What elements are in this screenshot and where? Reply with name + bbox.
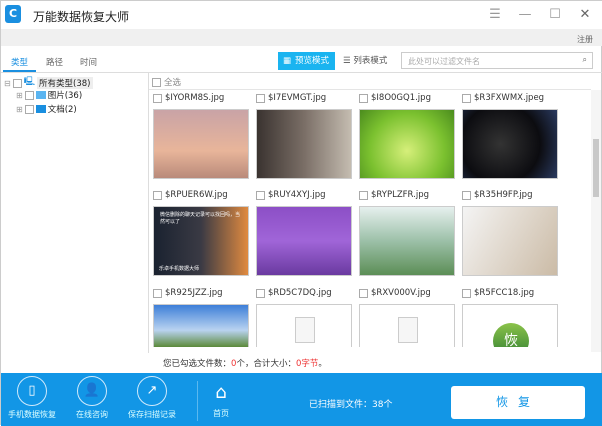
file-name: $RYPLZFR.jpg bbox=[371, 190, 429, 200]
file-name: $R35H9FP.jpg bbox=[474, 190, 533, 200]
file-name: $I7EVMGT.jpg bbox=[268, 93, 327, 103]
file-thumbnail[interactable]: 恢 bbox=[462, 304, 558, 347]
file-thumbnail[interactable] bbox=[359, 109, 455, 179]
file-name-row: $R35H9FP.jpg bbox=[462, 189, 558, 201]
file-item[interactable]: $RXV000V.jpg bbox=[359, 287, 455, 299]
file-item[interactable]: $R35H9FP.jpg bbox=[462, 189, 558, 201]
file-checkbox[interactable] bbox=[153, 288, 162, 298]
file-thumbnail[interactable] bbox=[462, 109, 558, 179]
file-name: $I8O0GQ1.jpg bbox=[371, 93, 431, 103]
file-item[interactable]: $RUY4XYJ.jpg bbox=[256, 189, 352, 201]
file-item[interactable]: $R925JZZ.jpg bbox=[153, 287, 249, 299]
consult-label: 在线咨询 bbox=[76, 410, 108, 419]
scrollbar-thumb[interactable] bbox=[593, 139, 599, 197]
file-checkbox[interactable] bbox=[256, 288, 265, 298]
file-thumbnail[interactable] bbox=[256, 304, 352, 347]
file-checkbox[interactable] bbox=[462, 93, 471, 103]
file-thumbnail[interactable] bbox=[359, 304, 455, 347]
file-name: $R5FCC18.jpg bbox=[474, 288, 535, 298]
file-name: $RD5C7DQ.jpg bbox=[268, 288, 332, 298]
status-mid: 个，合计大小： bbox=[236, 359, 296, 369]
file-name-row: $I8O0GQ1.jpg bbox=[359, 92, 455, 104]
online-consult-button[interactable]: 👤 在线咨询 bbox=[61, 376, 123, 420]
file-checkbox[interactable] bbox=[256, 190, 265, 200]
file-thumbnail[interactable] bbox=[256, 206, 352, 276]
phone-recovery-button[interactable]: ▯ 手机数据恢复 bbox=[1, 376, 63, 420]
file-item[interactable]: $RYPLZFR.jpg bbox=[359, 189, 455, 201]
file-thumbnail[interactable]: 微信删除的聊天记录可以找回吗，当然可以了乐卓手机数据大师 bbox=[153, 206, 249, 276]
thumb-caption: 微信删除的聊天记录可以找回吗，当然可以了 bbox=[160, 212, 241, 225]
file-checkbox[interactable] bbox=[153, 93, 162, 103]
selected-size: 0字节 bbox=[295, 359, 319, 369]
file-name-row: $R3FXWMX.jpeg bbox=[462, 92, 558, 104]
save-scan-record-button[interactable]: ↗ 保存扫描记录 bbox=[121, 376, 183, 420]
home-label: 首页 bbox=[213, 409, 229, 418]
file-name-row: $R925JZZ.jpg bbox=[153, 287, 249, 299]
file-item[interactable]: $R3FXWMX.jpeg bbox=[462, 92, 558, 104]
file-checkbox[interactable] bbox=[462, 288, 471, 298]
file-thumbnail[interactable] bbox=[256, 109, 352, 179]
phone-recovery-label: 手机数据恢复 bbox=[8, 410, 56, 419]
file-item[interactable]: $IYORM8S.jpg bbox=[153, 92, 249, 104]
file-checkbox[interactable] bbox=[462, 190, 471, 200]
scrollbar[interactable] bbox=[591, 90, 601, 352]
file-name: $R3FXWMX.jpeg bbox=[474, 93, 545, 103]
export-icon: ↗ bbox=[137, 376, 167, 406]
file-name-row: $RD5C7DQ.jpg bbox=[256, 287, 352, 299]
save-label: 保存扫描记录 bbox=[128, 410, 176, 419]
file-item[interactable]: $I8O0GQ1.jpg bbox=[359, 92, 455, 104]
document-icon bbox=[295, 317, 315, 343]
file-name: $RXV000V.jpg bbox=[371, 288, 431, 298]
file-thumbnail[interactable] bbox=[359, 206, 455, 276]
file-name-row: $RXV000V.jpg bbox=[359, 287, 455, 299]
file-thumbnail[interactable] bbox=[462, 206, 558, 276]
file-name-row: $RUY4XYJ.jpg bbox=[256, 189, 352, 201]
file-checkbox[interactable] bbox=[359, 288, 368, 298]
home-button[interactable]: ⌂ 首页 bbox=[191, 376, 251, 419]
status-prefix: 您已勾选文件数： bbox=[163, 359, 232, 369]
file-item[interactable]: $R5FCC18.jpg bbox=[462, 287, 558, 299]
file-name-row: $R5FCC18.jpg bbox=[462, 287, 558, 299]
file-name: $R925JZZ.jpg bbox=[165, 288, 223, 298]
file-name-row: $RPUER6W.jpg bbox=[153, 189, 249, 201]
recover-button[interactable]: 恢复 bbox=[451, 386, 585, 419]
file-name-row: $RYPLZFR.jpg bbox=[359, 189, 455, 201]
phone-icon: ▯ bbox=[17, 376, 47, 406]
selection-status: 您已勾选文件数：0个，合计大小：0字节。 bbox=[163, 357, 327, 369]
document-icon bbox=[398, 317, 418, 343]
file-item[interactable]: $RPUER6W.jpg bbox=[153, 189, 249, 201]
status-suffix: 。 bbox=[318, 359, 327, 369]
file-checkbox[interactable] bbox=[256, 93, 265, 103]
file-name: $IYORM8S.jpg bbox=[165, 93, 225, 103]
recovery-logo-icon: 恢 bbox=[493, 323, 529, 347]
file-name-row: $IYORM8S.jpg bbox=[153, 92, 249, 104]
user-icon: 👤 bbox=[77, 376, 107, 406]
file-item[interactable]: $I7EVMGT.jpg bbox=[256, 92, 352, 104]
file-checkbox[interactable] bbox=[359, 190, 368, 200]
scanned-count: 已扫描到文件：38个 bbox=[309, 400, 393, 410]
thumb-caption: 乐卓手机数据大师 bbox=[159, 266, 200, 272]
file-checkbox[interactable] bbox=[153, 190, 162, 200]
file-name-row: $I7EVMGT.jpg bbox=[256, 92, 352, 104]
file-grid: $IYORM8S.jpg $I7EVMGT.jpg $I8O0GQ1.jpg $R3F… bbox=[1, 1, 591, 351]
file-checkbox[interactable] bbox=[359, 93, 368, 103]
file-thumbnail[interactable] bbox=[153, 304, 249, 347]
file-item[interactable]: $RD5C7DQ.jpg bbox=[256, 287, 352, 299]
home-icon: ⌂ bbox=[215, 382, 227, 403]
file-thumbnail[interactable] bbox=[153, 109, 249, 179]
file-name: $RUY4XYJ.jpg bbox=[268, 190, 326, 200]
file-name: $RPUER6W.jpg bbox=[165, 190, 228, 200]
